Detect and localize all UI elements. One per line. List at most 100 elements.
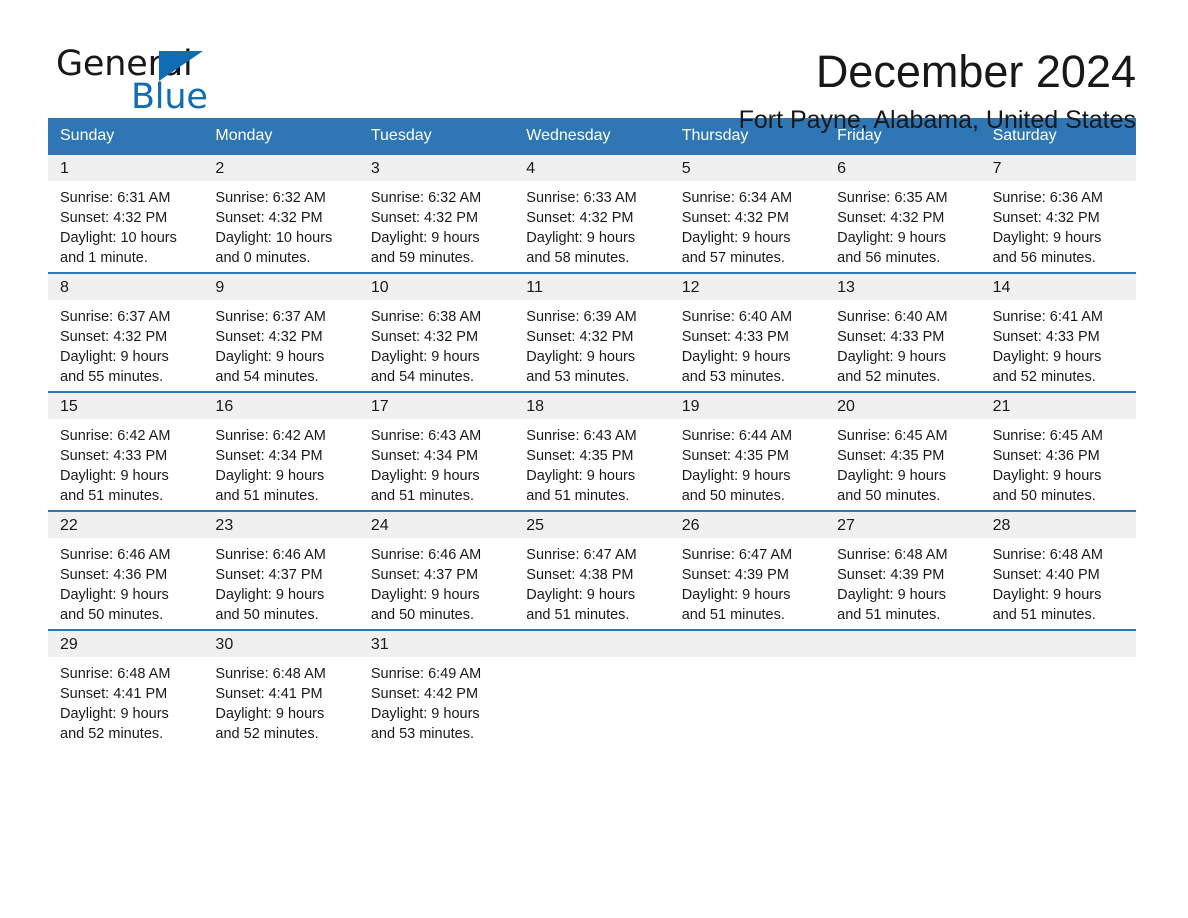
- daylight-text-line2: and 51 minutes.: [526, 607, 630, 623]
- day-cell[interactable]: 12 Sunrise: 6:40 AM Sunset: 4:33 PM Dayligh…: [669, 274, 826, 391]
- sunrise-text: Sunrise: 6:39 AM: [526, 309, 637, 325]
- daylight-text-line2: and 54 minutes.: [215, 369, 319, 385]
- day-number: [980, 631, 1136, 657]
- sunrise-text: Sunrise: 6:42 AM: [60, 428, 171, 444]
- sunset-text: Sunset: 4:40 PM: [992, 567, 1100, 583]
- daylight-text-line2: and 52 minutes.: [992, 369, 1096, 385]
- day-details: Sunrise: 6:45 AM Sunset: 4:35 PM Daylight:…: [825, 419, 980, 506]
- day-cell[interactable]: 11 Sunrise: 6:39 AM Sunset: 4:32 PM Dayligh…: [514, 274, 670, 391]
- daylight-text-line1: Daylight: 9 hours: [837, 587, 946, 603]
- day-number: 13: [825, 274, 981, 300]
- day-cell[interactable]: 15 Sunrise: 6:42 AM Sunset: 4:33 PM Dayligh…: [48, 393, 204, 510]
- sunrise-text: Sunrise: 6:43 AM: [526, 428, 637, 444]
- daylight-text-line1: Daylight: 9 hours: [370, 706, 480, 722]
- daylight-text-line1: Daylight: 9 hours: [681, 349, 791, 365]
- sunrise-text: Sunrise: 6:38 AM: [370, 309, 482, 325]
- sunrise-text: Sunrise: 6:42 AM: [215, 428, 326, 444]
- day-cell[interactable]: 23 Sunrise: 6:46 AM Sunset: 4:37 PM Dayligh…: [203, 512, 359, 629]
- day-details: Sunrise: 6:32 AM Sunset: 4:32 PM Daylight:…: [359, 181, 514, 268]
- day-number: 27: [825, 512, 981, 538]
- day-cell[interactable]: 30 Sunrise: 6:48 AM Sunset: 4:41 PM Dayligh…: [203, 631, 359, 748]
- day-number: 14: [980, 274, 1136, 300]
- day-cell[interactable]: 1 Sunrise: 6:31 AM Sunset: 4:32 PM Daylight…: [48, 155, 204, 272]
- daylight-text-line2: and 56 minutes.: [837, 250, 941, 266]
- day-cell[interactable]: 16 Sunrise: 6:42 AM Sunset: 4:34 PM Dayligh…: [203, 393, 359, 510]
- day-details: Sunrise: 6:37 AM Sunset: 4:32 PM Daylight:…: [48, 300, 203, 387]
- daylight-text-line1: Daylight: 9 hours: [215, 706, 325, 722]
- day-number: 2: [203, 155, 359, 181]
- day-cell[interactable]: 3 Sunrise: 6:32 AM Sunset: 4:32 PM Daylight…: [358, 155, 515, 272]
- day-number: 18: [514, 393, 670, 419]
- daylight-text-line2: and 50 minutes.: [837, 488, 941, 504]
- daylight-text-line2: and 1 minute.: [60, 250, 148, 266]
- day-details: Sunrise: 6:40 AM Sunset: 4:33 PM Daylight:…: [670, 300, 825, 387]
- daylight-text-line1: Daylight: 9 hours: [215, 349, 325, 365]
- day-cell[interactable]: 27 Sunrise: 6:48 AM Sunset: 4:39 PM Dayligh…: [825, 512, 981, 629]
- day-cell[interactable]: 26 Sunrise: 6:47 AM Sunset: 4:39 PM Dayligh…: [669, 512, 826, 629]
- day-cell[interactable]: 14 Sunrise: 6:41 AM Sunset: 4:33 PM Dayligh…: [980, 274, 1136, 391]
- day-cell[interactable]: 21 Sunrise: 6:45 AM Sunset: 4:36 PM Dayligh…: [980, 393, 1136, 510]
- sunset-text: Sunset: 4:33 PM: [60, 448, 168, 464]
- day-cell[interactable]: 24 Sunrise: 6:46 AM Sunset: 4:37 PM Dayligh…: [358, 512, 515, 629]
- day-cell[interactable]: 29 Sunrise: 6:48 AM Sunset: 4:41 PM Dayligh…: [48, 631, 204, 748]
- day-details: Sunrise: 6:40 AM Sunset: 4:33 PM Daylight:…: [825, 300, 980, 387]
- day-cell[interactable]: 6 Sunrise: 6:35 AM Sunset: 4:32 PM Daylight…: [825, 155, 981, 272]
- sunrise-text: Sunrise: 6:48 AM: [837, 547, 948, 563]
- day-number: 7: [980, 155, 1136, 181]
- day-number: 25: [514, 512, 670, 538]
- day-cell[interactable]: 4 Sunrise: 6:33 AM Sunset: 4:32 PM Daylight…: [514, 155, 670, 272]
- week-row: 8 Sunrise: 6:37 AM Sunset: 4:32 PM Daylight…: [48, 272, 1136, 391]
- daylight-text-line2: and 50 minutes.: [215, 607, 319, 623]
- day-number: 6: [825, 155, 981, 181]
- sunrise-text: Sunrise: 6:32 AM: [370, 190, 482, 206]
- day-details: Sunrise: 6:49 AM Sunset: 4:42 PM Daylight:…: [359, 657, 514, 744]
- sunset-text: Sunset: 4:35 PM: [526, 448, 634, 464]
- daylight-text-line1: Daylight: 9 hours: [526, 468, 636, 484]
- day-details: Sunrise: 6:43 AM Sunset: 4:34 PM Daylight:…: [359, 419, 514, 506]
- sunrise-text: Sunrise: 6:49 AM: [370, 666, 482, 682]
- daylight-text-line1: Daylight: 9 hours: [60, 587, 169, 603]
- day-cell[interactable]: 9 Sunrise: 6:37 AM Sunset: 4:32 PM Daylight…: [203, 274, 359, 391]
- day-number: 12: [669, 274, 826, 300]
- day-number: 15: [48, 393, 204, 419]
- day-cell[interactable]: 28 Sunrise: 6:48 AM Sunset: 4:40 PM Dayligh…: [980, 512, 1136, 629]
- day-details: Sunrise: 6:45 AM Sunset: 4:36 PM Daylight:…: [981, 419, 1136, 506]
- daylight-text-line1: Daylight: 9 hours: [837, 468, 946, 484]
- day-cell[interactable]: 8 Sunrise: 6:37 AM Sunset: 4:32 PM Daylight…: [48, 274, 204, 391]
- sunset-text: Sunset: 4:32 PM: [681, 210, 789, 226]
- sunrise-text: Sunrise: 6:45 AM: [837, 428, 948, 444]
- day-number: 26: [669, 512, 826, 538]
- day-details: Sunrise: 6:42 AM Sunset: 4:34 PM Daylight:…: [203, 419, 358, 506]
- sunset-text: Sunset: 4:32 PM: [215, 329, 323, 345]
- sunset-text: Sunset: 4:33 PM: [992, 329, 1100, 345]
- day-cell[interactable]: 20 Sunrise: 6:45 AM Sunset: 4:35 PM Dayligh…: [825, 393, 981, 510]
- sunrise-text: Sunrise: 6:47 AM: [526, 547, 637, 563]
- day-cell[interactable]: 19 Sunrise: 6:44 AM Sunset: 4:35 PM Dayligh…: [669, 393, 826, 510]
- day-details: Sunrise: 6:46 AM Sunset: 4:36 PM Daylight:…: [48, 538, 203, 625]
- day-cell-empty: [669, 631, 826, 748]
- sunset-text: Sunset: 4:35 PM: [837, 448, 945, 464]
- daylight-text-line2: and 54 minutes.: [370, 369, 475, 385]
- day-cell[interactable]: 25 Sunrise: 6:47 AM Sunset: 4:38 PM Dayligh…: [514, 512, 670, 629]
- sunrise-text: Sunrise: 6:31 AM: [60, 190, 171, 206]
- day-cell[interactable]: 13 Sunrise: 6:40 AM Sunset: 4:33 PM Dayligh…: [825, 274, 981, 391]
- sunset-text: Sunset: 4:39 PM: [681, 567, 789, 583]
- general-blue-logo[interactable]: General Blue: [56, 44, 256, 118]
- daylight-text-line2: and 51 minutes.: [681, 607, 785, 623]
- daylight-text-line1: Daylight: 9 hours: [215, 587, 325, 603]
- page-title: December 2024: [815, 46, 1136, 97]
- day-cell[interactable]: 18 Sunrise: 6:43 AM Sunset: 4:35 PM Dayligh…: [514, 393, 670, 510]
- day-cell[interactable]: 31 Sunrise: 6:49 AM Sunset: 4:42 PM Dayligh…: [358, 631, 515, 748]
- day-number: 29: [48, 631, 204, 657]
- day-cell[interactable]: 17 Sunrise: 6:43 AM Sunset: 4:34 PM Dayligh…: [358, 393, 515, 510]
- day-cell[interactable]: 7 Sunrise: 6:36 AM Sunset: 4:32 PM Daylight…: [980, 155, 1136, 272]
- day-cell-empty: [825, 631, 981, 748]
- day-number: 31: [358, 631, 515, 657]
- day-number: 4: [514, 155, 670, 181]
- day-cell[interactable]: 10 Sunrise: 6:38 AM Sunset: 4:32 PM Dayligh…: [358, 274, 515, 391]
- day-cell[interactable]: 5 Sunrise: 6:34 AM Sunset: 4:32 PM Daylight…: [669, 155, 826, 272]
- sunrise-text: Sunrise: 6:40 AM: [681, 309, 793, 325]
- day-cell[interactable]: 2 Sunrise: 6:32 AM Sunset: 4:32 PM Daylight…: [203, 155, 359, 272]
- day-cell[interactable]: 22 Sunrise: 6:46 AM Sunset: 4:36 PM Dayligh…: [48, 512, 204, 629]
- day-cell-empty: [980, 631, 1136, 748]
